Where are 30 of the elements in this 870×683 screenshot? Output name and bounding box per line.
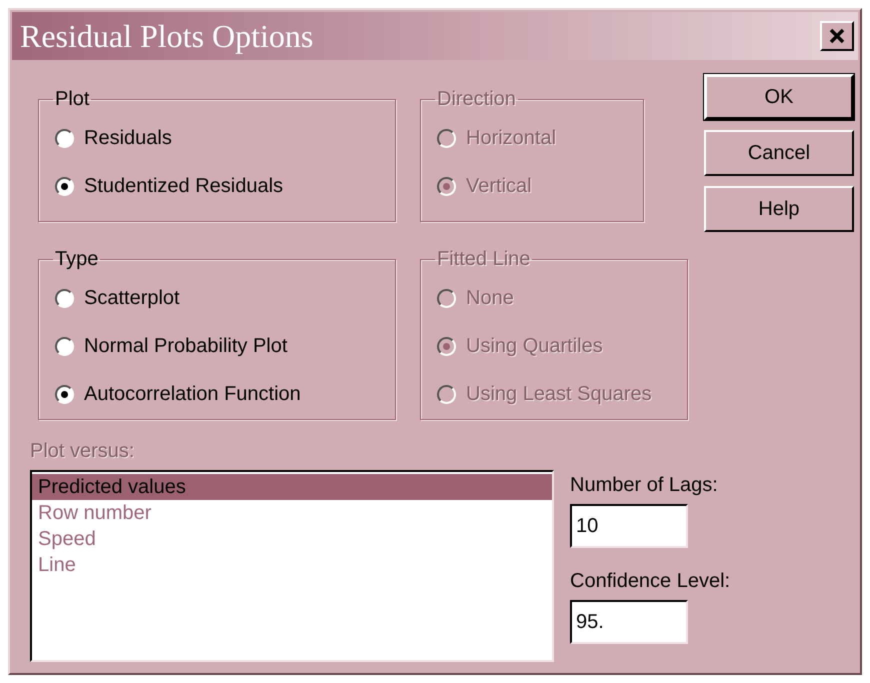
input-field[interactable]: 10	[570, 504, 688, 548]
radio-label: Using Least Squares	[466, 382, 652, 407]
radio-button[interactable]	[55, 336, 74, 356]
dialog-button[interactable]: Cancel	[704, 130, 854, 176]
radio-label: Studentized Residuals	[84, 174, 284, 199]
radio-button[interactable]	[55, 176, 74, 196]
radio-label: Normal Probability Plot	[84, 334, 288, 359]
field-label: Number of Lags:	[570, 473, 719, 498]
radio-button[interactable]	[55, 288, 74, 308]
window-title: Residual Plots Options	[20, 17, 314, 56]
radio-label: Scatterplot	[84, 286, 180, 311]
dialog-button[interactable]: Help	[704, 186, 854, 232]
group-label: Direction	[436, 87, 517, 112]
radio-label: Vertical	[466, 174, 532, 199]
radio-label: None	[466, 286, 514, 311]
close-icon	[829, 28, 845, 44]
field-label: Confidence Level:	[570, 569, 730, 594]
list-label: Plot versus:	[30, 439, 136, 464]
input-field[interactable]: 95.	[570, 600, 688, 644]
close-button[interactable]	[820, 21, 854, 51]
radio-button[interactable]	[55, 384, 74, 404]
radio-label: Autocorrelation Function	[84, 382, 301, 407]
group-label: Fitted Line	[436, 247, 532, 272]
radio-button[interactable]	[55, 128, 74, 148]
group-label: Type	[54, 247, 100, 272]
radio-label: Residuals	[84, 126, 172, 151]
group-label: Plot	[54, 87, 90, 112]
radio-label: Horizontal	[466, 126, 556, 151]
dialog-button[interactable]: OK	[704, 74, 854, 120]
radio-label: Using Quartiles	[466, 334, 603, 359]
